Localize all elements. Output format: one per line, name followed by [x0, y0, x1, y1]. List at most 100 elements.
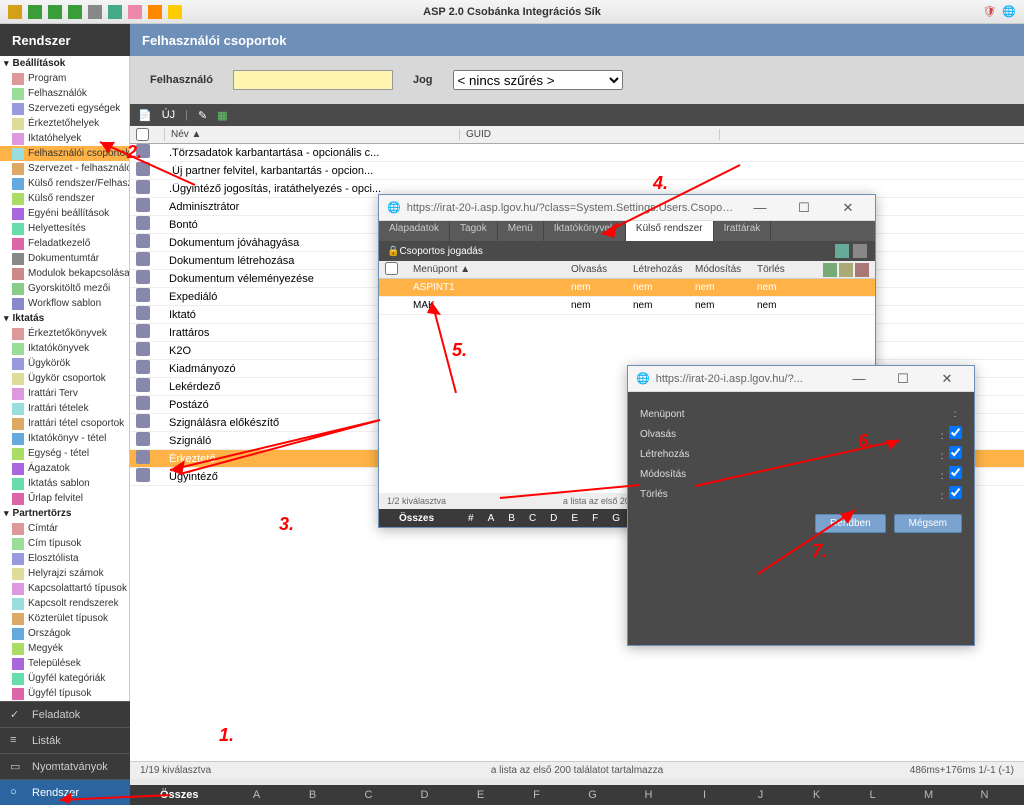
filter-select-right[interactable]: < nincs szűrés > [453, 70, 623, 90]
sidebar-item[interactable]: Feladatkezelő [0, 236, 129, 251]
bottom-nav-item[interactable]: ≡Listák [0, 727, 130, 753]
sidebar-item[interactable]: Iktatókönyvek [0, 341, 129, 356]
popup-tab[interactable]: Tagok [450, 221, 498, 241]
icon[interactable] [168, 5, 182, 19]
sidebar-item[interactable]: Ügykörök [0, 356, 129, 371]
new-icon[interactable]: 📄 [138, 109, 152, 122]
sidebar-group[interactable]: Iktatás [0, 311, 129, 326]
globe-icon[interactable]: 🌐 [1002, 5, 1016, 18]
popup-tab[interactable]: Külső rendszer [626, 221, 714, 241]
header-guid[interactable]: GUID [460, 129, 720, 140]
alpha-letter[interactable]: K [789, 789, 845, 801]
alpha-letter[interactable]: D [543, 513, 564, 524]
sidebar-item[interactable]: Ügyfél kategóriák [0, 671, 129, 686]
popup-tab[interactable]: Iktatókönyvek [544, 221, 626, 241]
icon[interactable] [68, 5, 82, 19]
cancel-button[interactable]: Mégsem [894, 514, 962, 533]
tool-icon[interactable] [835, 244, 849, 258]
bottom-nav-item[interactable]: ○Rendszer [0, 779, 130, 805]
alpha-letter[interactable]: D [397, 789, 453, 801]
ok-button[interactable]: Rendben [815, 514, 886, 533]
perm-tool-icon[interactable] [823, 263, 837, 277]
sidebar-item[interactable]: Felhasználói csoportok [0, 146, 129, 161]
alpha-letter[interactable]: # [461, 513, 481, 524]
sidebar-item[interactable]: Érkeztetőkönyvek [0, 326, 129, 341]
perm-h-delete[interactable]: Törlés [751, 264, 813, 275]
table-row[interactable]: .Új partner felvitel, karbantartás - opc… [130, 162, 1024, 180]
popup-alpha-all[interactable]: Összes [379, 513, 454, 524]
minimize-button[interactable]: — [840, 368, 878, 390]
alpha-letter[interactable]: C [341, 789, 397, 801]
popup-tab[interactable]: Irattárak [714, 221, 772, 241]
select-all-checkbox[interactable] [136, 128, 149, 141]
icon[interactable] [108, 5, 122, 19]
close-button[interactable]: ✕ [928, 368, 966, 390]
perm-row[interactable]: ASPINT1nemnemnemnem [379, 279, 875, 297]
sidebar-item[interactable]: Érkeztetőhelyek [0, 116, 129, 131]
sidebar-item[interactable]: Elosztólista [0, 551, 129, 566]
perm-h-create[interactable]: Létrehozás [627, 264, 689, 275]
alpha-letter[interactable]: J [733, 789, 789, 801]
icon[interactable] [28, 5, 42, 19]
maximize-button[interactable]: ☐ [884, 368, 922, 390]
perm-checkbox[interactable] [949, 486, 962, 499]
alpha-letter[interactable]: E [453, 789, 509, 801]
sidebar-item[interactable]: Egység - tétel [0, 446, 129, 461]
perm-h-name[interactable]: Menüpont ▲ [407, 264, 565, 275]
sidebar-item[interactable]: Ügykör csoportok [0, 371, 129, 386]
sidebar-item[interactable]: Iktatókönyv - tétel [0, 431, 129, 446]
tool-icon[interactable] [853, 244, 867, 258]
icon[interactable] [148, 5, 162, 19]
sidebar-item[interactable]: Kapcsolattartó típusok [0, 581, 129, 596]
alpha-letter[interactable]: L [845, 789, 901, 801]
sidebar-item[interactable]: Ágazatok [0, 461, 129, 476]
sidebar-item[interactable]: Irattári Terv [0, 386, 129, 401]
close-button[interactable]: ✕ [829, 197, 867, 219]
sidebar-item[interactable]: Megyék [0, 641, 129, 656]
icon[interactable] [128, 5, 142, 19]
perm-tool-icon[interactable] [855, 263, 869, 277]
bottom-nav-item[interactable]: ▭Nyomtatványok [0, 753, 130, 779]
icon[interactable] [88, 5, 102, 19]
perm-checkbox[interactable] [949, 446, 962, 459]
sidebar-item[interactable]: Iktatóhelyek [0, 131, 129, 146]
alpha-letter[interactable]: N [957, 789, 1013, 801]
alpha-letter[interactable]: A [481, 513, 502, 524]
alpha-letter[interactable]: H [621, 789, 677, 801]
perm-h-read[interactable]: Olvasás [565, 264, 627, 275]
alpha-letter[interactable]: I [677, 789, 733, 801]
alpha-letter[interactable]: B [285, 789, 341, 801]
alpha-letter[interactable]: F [585, 513, 605, 524]
sidebar-item[interactable]: Felhasználók [0, 86, 129, 101]
icon[interactable] [8, 5, 22, 19]
sidebar-item[interactable]: Irattári tételek [0, 401, 129, 416]
alpha-letter[interactable]: C [522, 513, 543, 524]
sidebar-item[interactable]: Űrlap felvitel [0, 491, 129, 506]
sidebar-item[interactable]: Program [0, 71, 129, 86]
new-button[interactable]: ÚJ [162, 109, 175, 121]
sidebar-item[interactable]: Modulok bekapcsolása [0, 266, 129, 281]
sidebar-item[interactable]: Külső rendszer/Felhasz [0, 176, 129, 191]
sidebar-item[interactable]: Dokumentumtár [0, 251, 129, 266]
sidebar-item[interactable]: Szervezeti egységek [0, 101, 129, 116]
sidebar-group[interactable]: Beállítások [0, 56, 129, 71]
popup-titlebar[interactable]: 🌐 https://irat-20-i.asp.lgov.hu/?class=S… [379, 195, 875, 221]
popup-tab[interactable]: Alapadatok [379, 221, 450, 241]
edit-icon[interactable]: ✎ [198, 109, 207, 122]
alpha-letter[interactable]: E [564, 513, 585, 524]
icon[interactable] [48, 5, 62, 19]
perm-h-modify[interactable]: Módosítás [689, 264, 751, 275]
filter-input-user[interactable] [233, 70, 393, 90]
sidebar-item[interactable]: Cím típusok [0, 536, 129, 551]
sidebar-item[interactable]: Helyettesítés [0, 221, 129, 236]
sidebar-item[interactable]: Iktatás sablon [0, 476, 129, 491]
sidebar-item[interactable]: Gyorskitöltő mezői [0, 281, 129, 296]
header-name[interactable]: Név ▲ [165, 129, 460, 140]
perm-tool-icon[interactable] [839, 263, 853, 277]
sidebar-item[interactable]: Települések [0, 656, 129, 671]
perm-checkbox[interactable] [949, 466, 962, 479]
sidebar-item[interactable]: Országok [0, 626, 129, 641]
shield-icon[interactable]: 🛡 [982, 5, 996, 18]
alpha-letter[interactable]: F [509, 789, 565, 801]
sidebar-item[interactable]: Szervezet - felhasználó [0, 161, 129, 176]
